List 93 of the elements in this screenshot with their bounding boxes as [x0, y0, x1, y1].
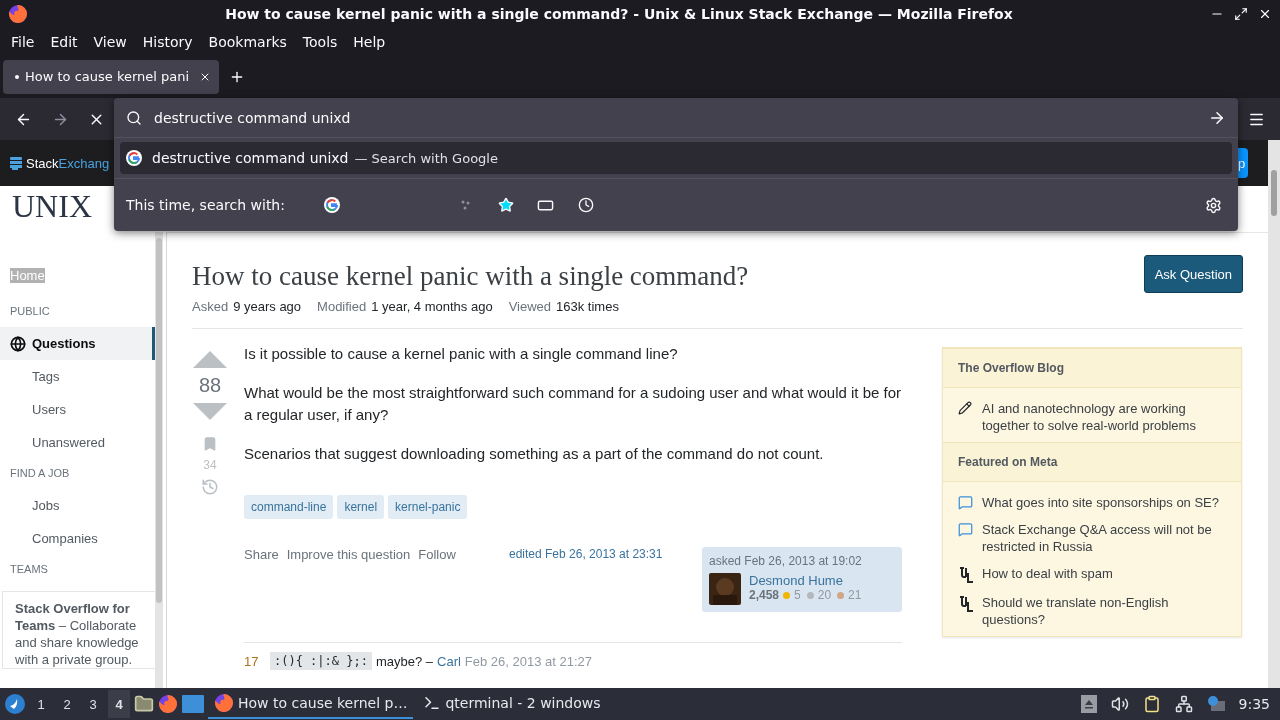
comment-author[interactable]: Carl: [437, 653, 461, 669]
meta-value: 1 year, 4 months ago: [371, 299, 493, 314]
brand-text[interactable]: Exchang: [58, 155, 110, 171]
volume-icon[interactable]: [1110, 695, 1129, 713]
workspace-button[interactable]: 1: [30, 690, 52, 718]
question-text: Is it possible to cause a kernel panic with a single command line?: [244, 344, 679, 364]
site-icon: [958, 566, 974, 584]
speech-bubble-icon: [958, 495, 973, 510]
brand-text[interactable]: Stack: [26, 155, 59, 171]
terminal-icon: [423, 694, 442, 712]
sidebar-item[interactable]: Companies: [0, 522, 155, 555]
meta-value: 9 years ago: [233, 299, 302, 314]
search-icon: [126, 109, 142, 126]
badge-count: 20: [817, 588, 832, 602]
tag[interactable]: kernel: [337, 495, 385, 519]
post-action-link[interactable]: Improve this question: [286, 547, 411, 562]
firefox-logo-icon: [158, 694, 178, 714]
google-icon: [126, 150, 142, 166]
bookmark-count: 34: [203, 458, 217, 472]
section-heading: TEAMS: [10, 563, 49, 577]
speech-bubble-icon: [958, 522, 973, 537]
menu-item[interactable]: Help: [345, 33, 394, 50]
comment-code: :(){ :|:& };:: [270, 652, 372, 670]
reputation: 2,458: [749, 588, 780, 602]
workspace-button[interactable]: 3: [82, 690, 104, 718]
sidebar-item[interactable]: Jobs: [0, 489, 155, 522]
ask-question-button[interactable]: Ask Question: [1143, 255, 1243, 293]
section-heading: PUBLIC: [10, 305, 51, 319]
browser-tab[interactable]: How to cause kernel pani: [3, 59, 219, 94]
taskbar-task[interactable]: How to cause kernel p…: [208, 689, 414, 719]
widget-link[interactable]: What goes into site sponsorships on SE?: [982, 494, 1220, 511]
menu-item[interactable]: Bookmarks: [200, 33, 295, 50]
firefox-logo-icon: [8, 4, 28, 24]
start-menu-icon[interactable]: [4, 693, 26, 715]
meta-label: Asked: [192, 299, 229, 314]
meta-label: Modified: [317, 299, 367, 314]
address-field[interactable]: destructive command unixd: [152, 108, 1198, 127]
menu-item[interactable]: File: [3, 33, 43, 50]
stack-icon: [10, 156, 22, 170]
loading-dot-icon: [15, 74, 19, 79]
tag[interactable]: kernel-panic: [388, 495, 468, 519]
site-logo[interactable]: UNIX: [12, 188, 92, 224]
workspace-button[interactable]: 4: [108, 690, 130, 718]
clock: 9:35: [1238, 696, 1270, 712]
question-text: What would be the most straightforward such command for a sudoing user and what would it be for a regular user, if any?: [244, 383, 902, 425]
widget-link[interactable]: AI and nanotechnology are working together to solve real-world problems: [982, 400, 1226, 434]
widget-link[interactable]: Stack Exchange Q&A access will not be restricted in Russia: [982, 521, 1226, 555]
meta-label: Viewed: [508, 299, 552, 314]
widget-link[interactable]: Should we translate non-English questions?: [982, 594, 1226, 628]
google-icon: [323, 197, 340, 213]
sidebar-item[interactable]: Unanswered: [0, 426, 155, 459]
file-manager-icon[interactable]: [134, 694, 154, 714]
workspace-button[interactable]: 2: [56, 690, 78, 718]
tag[interactable]: command-line: [244, 495, 334, 519]
comment-score: 17: [244, 653, 260, 669]
search-suggestion[interactable]: destructive command unixd — Search with Google: [120, 142, 1232, 174]
search-with-label: This time, search with:: [126, 197, 285, 213]
sidebar-item[interactable]: Questions: [0, 327, 155, 360]
comment-text: maybe? –: [375, 653, 433, 669]
firefox-logo-icon: [214, 693, 234, 713]
question-text: Scenarios that suggest downloading something as a part of the command do not count.: [244, 444, 825, 464]
globe-icon: [10, 335, 26, 352]
sidebar-item[interactable]: Users: [0, 393, 155, 426]
close-icon[interactable]: [1258, 7, 1272, 21]
widget-link[interactable]: How to deal with spam: [982, 565, 1113, 584]
site-icon: [958, 595, 974, 613]
menu-item[interactable]: View: [85, 33, 135, 50]
meta-value: 163k times: [556, 299, 619, 314]
asked-date: asked Feb 26, 2013 at 19:02: [709, 554, 863, 568]
network-icon[interactable]: [1174, 695, 1193, 713]
section-heading: FIND A JOB: [10, 467, 71, 481]
post-action-link[interactable]: Follow: [418, 547, 456, 562]
comment-date: Feb 26, 2013 at 21:27: [464, 653, 593, 669]
sidebar-item[interactable]: Tags: [0, 360, 155, 393]
taskbar-task[interactable]: qterminal - 2 windows: [417, 689, 607, 719]
widget-heading: Featured on Meta: [943, 442, 1241, 482]
question-title[interactable]: How to cause kernel panic with a single command?: [192, 261, 749, 292]
badge-count: 5: [794, 588, 801, 602]
badge-count: 21: [848, 588, 862, 602]
eject-icon[interactable]: [1080, 695, 1097, 713]
post-action-link[interactable]: Share: [244, 547, 279, 562]
menu-item[interactable]: Edit: [42, 33, 86, 50]
pencil-icon: [958, 401, 972, 415]
menu-item[interactable]: Tools: [294, 33, 346, 50]
widget-heading: The Overflow Blog: [943, 348, 1241, 388]
window-title: How to cause kernel panic with a single command? - Unix & Linux Stack Exchange — Mozilla Firefox: [224, 6, 1014, 22]
menu-item[interactable]: History: [134, 33, 201, 50]
maximize-icon[interactable]: [1234, 7, 1248, 21]
clipboard-icon[interactable]: [1142, 695, 1161, 713]
vote-count: 88: [198, 374, 222, 397]
notification-icon[interactable]: [1206, 695, 1225, 713]
edited-link[interactable]: edited Feb 26, 2013 at 23:31: [509, 547, 702, 561]
user-name[interactable]: Desmond Hume: [749, 573, 864, 588]
